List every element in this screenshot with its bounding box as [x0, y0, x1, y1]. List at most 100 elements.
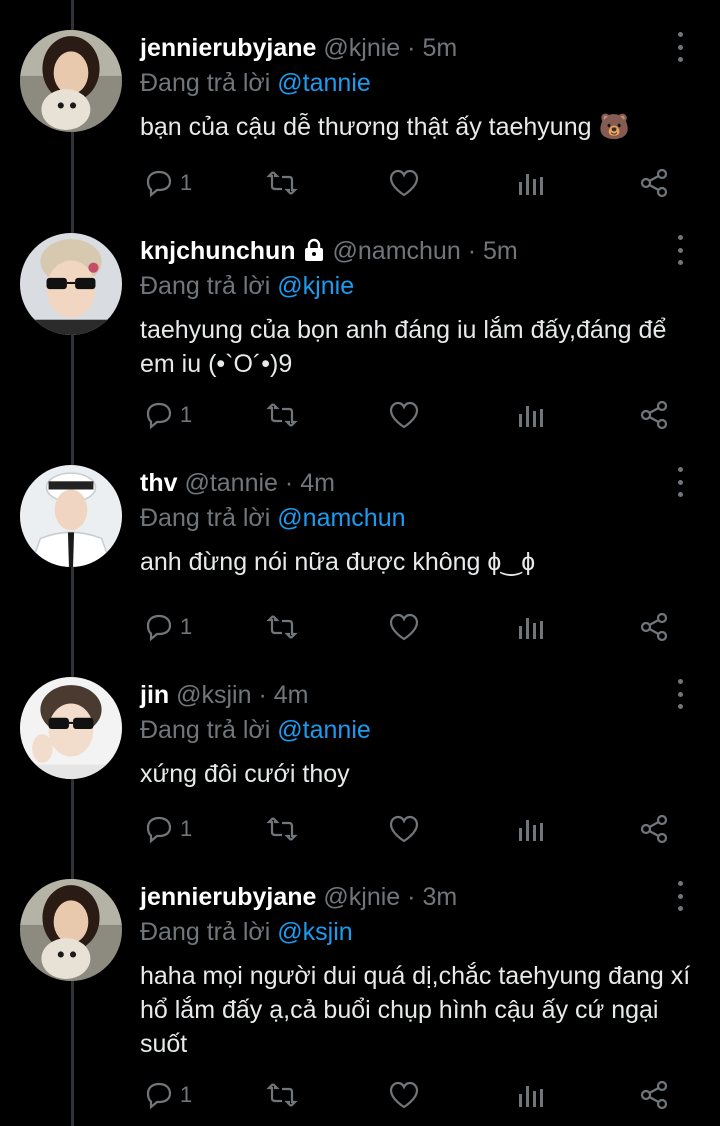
reply-count: 1 [180, 402, 193, 427]
reply-context: Đang trả lời @kjnie [140, 269, 354, 303]
share-icon [640, 400, 668, 430]
avatar-namchun-image [20, 233, 122, 335]
timestamp[interactable]: 5m [422, 34, 457, 62]
display-name[interactable]: jin [140, 681, 169, 709]
like-icon [389, 169, 419, 197]
more-icon[interactable] [670, 881, 690, 911]
avatar[interactable] [20, 677, 122, 779]
like-button[interactable] [388, 163, 420, 203]
like-button[interactable] [388, 1075, 420, 1115]
handle[interactable]: @ksjin [176, 681, 251, 709]
reply-mention[interactable]: @kjnie [277, 272, 354, 300]
reply-count: 1 [180, 1082, 193, 1107]
display-name[interactable]: knjchunchun [140, 237, 296, 265]
retweet-button[interactable] [266, 607, 298, 647]
retweet-button[interactable] [266, 395, 298, 435]
views-icon [519, 618, 543, 639]
share-button[interactable] [638, 607, 670, 647]
tweet-text: xứng đôi cưới thoy [140, 760, 350, 788]
reply-button[interactable]: 1 [144, 163, 192, 203]
like-button[interactable] [388, 809, 420, 849]
reply-mention[interactable]: @ksjin [277, 918, 352, 946]
avatar[interactable] [20, 233, 122, 335]
handle[interactable]: @tannie [184, 469, 278, 497]
retweet-button[interactable] [266, 163, 298, 203]
timestamp[interactable]: 4m [300, 469, 335, 497]
like-button[interactable] [388, 607, 420, 647]
display-name[interactable]: jennierubyjane [140, 34, 316, 62]
tweet[interactable]: knjchunchun @namchun · 5m Đang trả lời @… [0, 233, 720, 453]
action-bar: 1 [140, 809, 680, 849]
tweet-header: knjchunchun @namchun · 5m [140, 233, 660, 269]
more-icon[interactable] [670, 679, 690, 709]
tweet-text: taehyung của bọn anh đáng iu lắm đấy,đán… [140, 316, 667, 378]
retweet-button[interactable] [266, 809, 298, 849]
reply-prefix: Đang trả lời [140, 69, 271, 97]
action-bar: 1 [140, 1075, 680, 1115]
handle[interactable]: @kjnie [323, 883, 400, 911]
like-icon [389, 613, 419, 641]
share-button[interactable] [638, 163, 670, 203]
avatar[interactable] [20, 30, 122, 132]
tweet[interactable]: jin @ksjin · 4m Đang trả lời @tannie xứn… [0, 677, 720, 867]
views-button[interactable] [515, 1075, 545, 1115]
reply-count: 1 [180, 170, 193, 195]
views-button[interactable] [515, 163, 545, 203]
reply-mention[interactable]: @tannie [277, 716, 371, 744]
reply-prefix: Đang trả lời [140, 716, 271, 744]
reply-context: Đang trả lời @tannie [140, 66, 371, 100]
more-icon[interactable] [670, 32, 690, 62]
separator-dot: · [284, 469, 294, 497]
share-icon [640, 168, 668, 198]
reply-button[interactable]: 1 [144, 607, 192, 647]
views-icon [519, 174, 543, 195]
reply-context: Đang trả lời @ksjin [140, 915, 353, 949]
action-bar: 1 [140, 395, 680, 435]
more-icon[interactable] [670, 235, 690, 265]
handle[interactable]: @kjnie [323, 34, 400, 62]
timestamp[interactable]: 3m [422, 883, 457, 911]
reply-button[interactable]: 1 [144, 1075, 192, 1115]
reply-button[interactable]: 1 [144, 395, 192, 435]
share-button[interactable] [638, 395, 670, 435]
share-icon [640, 1080, 668, 1110]
display-name[interactable]: thv [140, 469, 178, 497]
action-bar: 1 [140, 607, 680, 647]
views-button[interactable] [515, 607, 545, 647]
retweet-icon [266, 615, 298, 639]
more-icon[interactable] [670, 467, 690, 497]
like-button[interactable] [388, 395, 420, 435]
lock-icon [304, 238, 323, 261]
display-name[interactable]: jennierubyjane [140, 883, 316, 911]
share-button[interactable] [638, 1075, 670, 1115]
reply-button[interactable]: 1 [144, 809, 192, 849]
avatar-jin-image [20, 677, 122, 779]
reply-icon [146, 170, 172, 198]
tweet-text: haha mọi người dui quá dị,chắc taehyung … [140, 962, 691, 1058]
tweet-header: thv @tannie · 4m [140, 465, 660, 501]
reply-mention[interactable]: @namchun [277, 504, 405, 532]
reply-context: Đang trả lời @tannie [140, 713, 371, 747]
retweet-icon [266, 403, 298, 427]
tweet[interactable]: thv @tannie · 4m Đang trả lời @namchun a… [0, 465, 720, 655]
retweet-icon [266, 817, 298, 841]
retweet-icon [266, 1083, 298, 1107]
views-button[interactable] [515, 809, 545, 849]
tweet[interactable]: jennierubyjane @kjnie · 3m Đang trả lời … [0, 879, 720, 1119]
views-icon [519, 406, 543, 427]
reply-icon [146, 1082, 172, 1110]
reply-mention[interactable]: @tannie [277, 69, 371, 97]
reply-icon [146, 816, 172, 844]
share-button[interactable] [638, 809, 670, 849]
retweet-button[interactable] [266, 1075, 298, 1115]
timestamp[interactable]: 5m [483, 237, 518, 265]
tweet-header: jennierubyjane @kjnie · 5m [140, 30, 660, 66]
action-bar: 1 [140, 163, 680, 203]
timestamp[interactable]: 4m [274, 681, 309, 709]
avatar[interactable] [20, 465, 122, 567]
handle[interactable]: @namchun [333, 237, 461, 265]
avatar-jennie-image [20, 879, 122, 981]
avatar[interactable] [20, 879, 122, 981]
views-button[interactable] [515, 395, 545, 435]
tweet[interactable]: jennierubyjane @kjnie · 5m Đang trả lời … [0, 30, 720, 220]
